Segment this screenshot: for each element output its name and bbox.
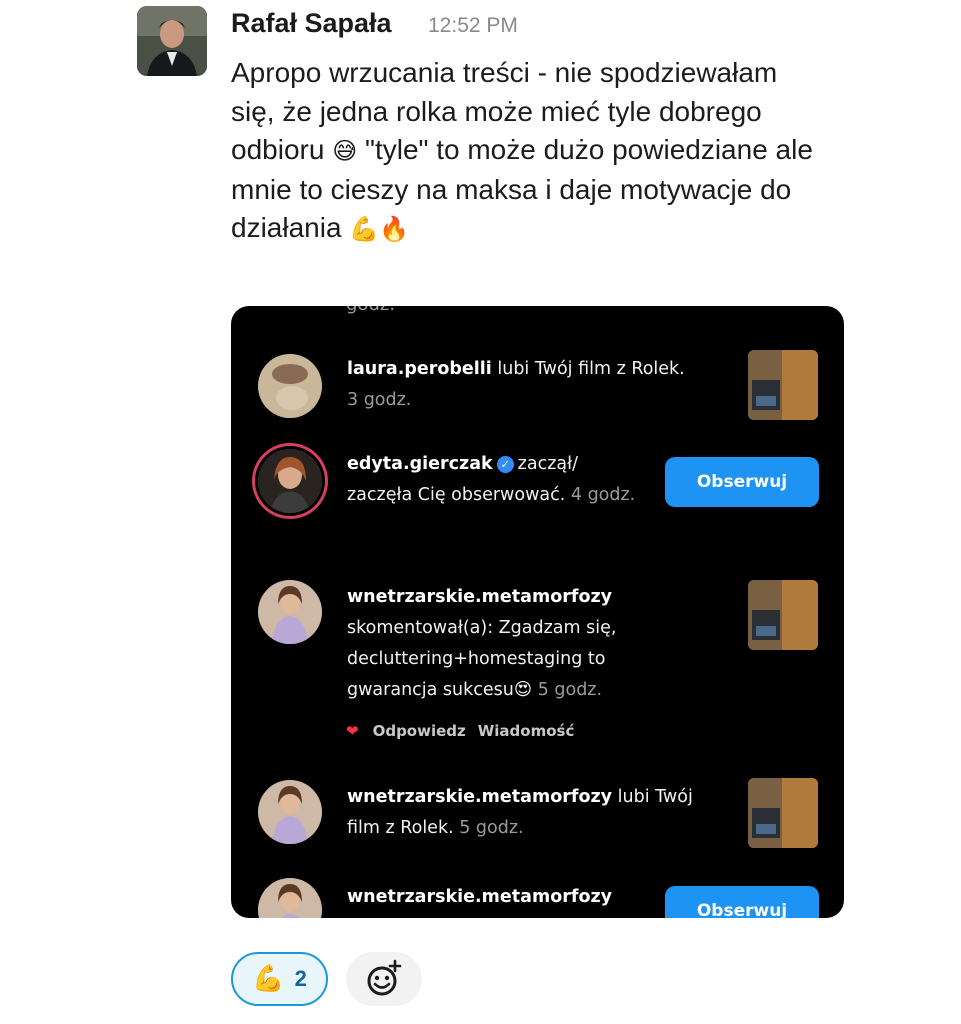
muscle-emoji: 💪 bbox=[252, 964, 285, 994]
ig-cut-text: godz. bbox=[346, 306, 395, 315]
ig-username: wnetrzarskie.metamorfozy bbox=[347, 587, 613, 607]
ig-notification-text: wnetrzarskie.metamorfozy skomentował(a):… bbox=[347, 582, 677, 706]
attached-screenshot[interactable]: godz. laura.perobelli lubi Twój film z R… bbox=[231, 306, 844, 918]
ig-reel-thumbnail bbox=[748, 778, 818, 848]
message-text: Apropo wrzucania treści - nie spodziewał… bbox=[231, 54, 821, 249]
ig-user-avatar bbox=[258, 878, 322, 918]
ig-notification-row: wnetrzarskie.metamorfozy Obserwuj bbox=[231, 878, 844, 918]
verified-badge-icon: ✓ bbox=[496, 456, 514, 473]
reaction-pill[interactable]: 💪 2 bbox=[231, 952, 328, 1006]
follow-button[interactable]: Obserwuj bbox=[665, 886, 819, 918]
follow-button[interactable]: Obserwuj bbox=[665, 457, 819, 507]
ig-user-avatar bbox=[258, 580, 322, 644]
heart-icon[interactable]: ❤ bbox=[346, 722, 359, 740]
ig-user-avatar bbox=[258, 780, 322, 844]
ig-time: 4 godz. bbox=[570, 485, 636, 505]
add-reaction-icon bbox=[367, 959, 402, 996]
ig-time: 3 godz. bbox=[347, 390, 412, 410]
sender-name[interactable]: Rafał Sapała bbox=[231, 8, 392, 39]
ig-notification-text: laura.perobelli lubi Twój film z Rolek. … bbox=[347, 354, 727, 416]
ig-user-avatar bbox=[258, 449, 322, 513]
ig-username: edyta.gierczak bbox=[347, 454, 493, 474]
ig-notification-row: edyta.gierczak ✓ zaczął/ zaczęła Cię obser… bbox=[231, 441, 844, 551]
ig-reel-thumbnail bbox=[748, 580, 818, 650]
sweat-smile-emoji: 😅 bbox=[332, 137, 358, 165]
ig-username: wnetrzarskie.metamorfozy bbox=[347, 787, 613, 807]
message-timestamp[interactable]: 12:52 PM bbox=[428, 14, 518, 38]
reaction-count: 2 bbox=[294, 966, 307, 991]
add-reaction-button[interactable] bbox=[346, 952, 422, 1006]
reply-link[interactable]: Odpowiedz bbox=[373, 722, 466, 740]
message-link[interactable]: Wiadomość bbox=[478, 722, 575, 740]
ig-notification-text: edyta.gierczak ✓ zaczął/ zaczęła Cię obser… bbox=[347, 449, 637, 511]
muscle-fire-emoji: 💪🔥 bbox=[349, 215, 410, 243]
ig-notification-row: laura.perobelli lubi Twój film z Rolek. … bbox=[231, 348, 844, 428]
sender-avatar[interactable] bbox=[137, 6, 207, 76]
ig-user-avatar bbox=[258, 354, 322, 418]
ig-comment-actions: ❤ Odpowiedz Wiadomość bbox=[346, 722, 586, 740]
ig-notification-text: wnetrzarskie.metamorfozy lubi Twój film … bbox=[347, 782, 727, 844]
ig-reel-thumbnail bbox=[748, 350, 818, 420]
ig-notification-row: wnetrzarskie.metamorfozy lubi Twój film … bbox=[231, 776, 844, 856]
ig-action: lubi Twój film z Rolek. bbox=[491, 359, 685, 379]
ig-username: wnetrzarskie.metamorfozy bbox=[347, 887, 613, 907]
ig-time: 5 godz. bbox=[537, 680, 603, 700]
ig-notification-row: wnetrzarskie.metamorfozy skomentował(a):… bbox=[231, 576, 844, 751]
ig-username: laura.perobelli bbox=[347, 359, 492, 379]
ig-time: 5 godz. bbox=[459, 818, 524, 838]
